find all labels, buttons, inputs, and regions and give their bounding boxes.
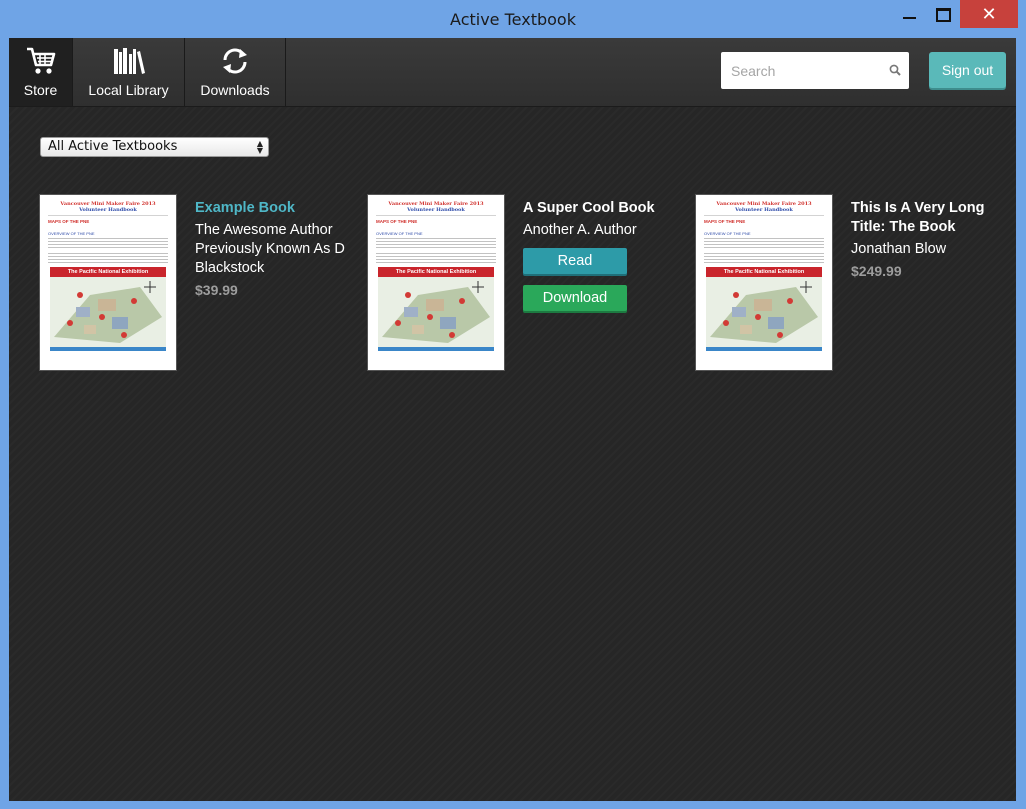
- cover-map-image: [378, 277, 494, 347]
- cover-subsection: OVERVIEW OF THE PNE: [48, 231, 95, 236]
- book-author: The Awesome Author Previously Known As D…: [195, 222, 345, 276]
- book-title[interactable]: A Super Cool Book: [523, 199, 673, 218]
- title-bar[interactable]: Active Textbook ✕: [0, 0, 1026, 38]
- books-icon: [114, 48, 145, 74]
- sign-out-button[interactable]: Sign out: [929, 52, 1006, 88]
- maximize-button[interactable]: [928, 0, 958, 28]
- search-input[interactable]: [721, 52, 881, 89]
- cover-section: MAPS OF THE PNE: [376, 219, 418, 224]
- cover-banner: The Pacific National Exhibition: [50, 267, 166, 277]
- nav-downloads-label: Downloads: [200, 82, 270, 98]
- nav-store-label: Store: [23, 82, 58, 98]
- category-filter-select[interactable]: All Active Textbooks ▲ ▼: [40, 137, 269, 157]
- book-author: Another A. Author: [523, 222, 637, 238]
- book-cover[interactable]: Vancouver Mini Maker Faire 2013 Voluntee…: [40, 195, 176, 370]
- cover-banner: The Pacific National Exhibition: [378, 267, 494, 277]
- nav-local-library-label: Local Library: [88, 82, 169, 98]
- cover-subtitle-line: Volunteer Handbook: [735, 207, 793, 213]
- read-button[interactable]: Read: [523, 248, 627, 274]
- book-cover[interactable]: Vancouver Mini Maker Faire 2013 Voluntee…: [368, 195, 504, 370]
- book-title-link[interactable]: Example Book: [195, 199, 345, 218]
- book-cover[interactable]: Vancouver Mini Maker Faire 2013 Voluntee…: [696, 195, 832, 370]
- book-info: Example Book The Awesome Author Previous…: [195, 199, 345, 298]
- window-title: Active Textbook: [450, 10, 576, 29]
- nav-local-library[interactable]: Local Library: [73, 38, 185, 106]
- filter-selected-value: All Active Textbooks: [48, 139, 178, 154]
- book-author: Jonathan Blow: [851, 241, 947, 257]
- close-button[interactable]: ✕: [960, 0, 1018, 28]
- search-box[interactable]: [721, 52, 909, 89]
- cover-section: MAPS OF THE PNE: [704, 219, 746, 224]
- book-info: A Super Cool Book Another A. Author Read…: [523, 199, 673, 311]
- cover-subsection: OVERVIEW OF THE PNE: [376, 231, 423, 236]
- download-button[interactable]: Download: [523, 285, 627, 311]
- cover-subsection: OVERVIEW OF THE PNE: [704, 231, 751, 236]
- cover-banner: The Pacific National Exhibition: [706, 267, 822, 277]
- refresh-icon: [223, 48, 247, 74]
- app-window: Active Textbook ✕ Store Local Library Do…: [0, 0, 1026, 809]
- book-price: $249.99: [851, 263, 902, 279]
- cover-subtitle-line: Volunteer Handbook: [79, 207, 137, 213]
- nav-downloads[interactable]: Downloads: [185, 38, 286, 106]
- cover-section: MAPS OF THE PNE: [48, 219, 90, 224]
- cover-subtitle-line: Volunteer Handbook: [407, 207, 465, 213]
- book-price: $39.99: [195, 282, 238, 298]
- book-title[interactable]: This Is A Very Long Title: The Book: [851, 199, 1001, 237]
- cover-map-image: [706, 277, 822, 347]
- select-arrows-icon: ▲ ▼: [256, 139, 263, 155]
- cover-map-image: [50, 277, 166, 347]
- search-icon[interactable]: [889, 64, 901, 76]
- app-content: Store Local Library Downloads Search Sig…: [9, 38, 1016, 801]
- nav-store[interactable]: Store: [9, 38, 73, 106]
- close-icon: ✕: [981, 4, 997, 24]
- cart-icon: [27, 47, 56, 74]
- toolbar: Store Local Library Downloads Search Sig…: [9, 38, 1016, 107]
- minimize-button[interactable]: [894, 0, 926, 28]
- book-info: This Is A Very Long Title: The Book Jona…: [851, 199, 1001, 279]
